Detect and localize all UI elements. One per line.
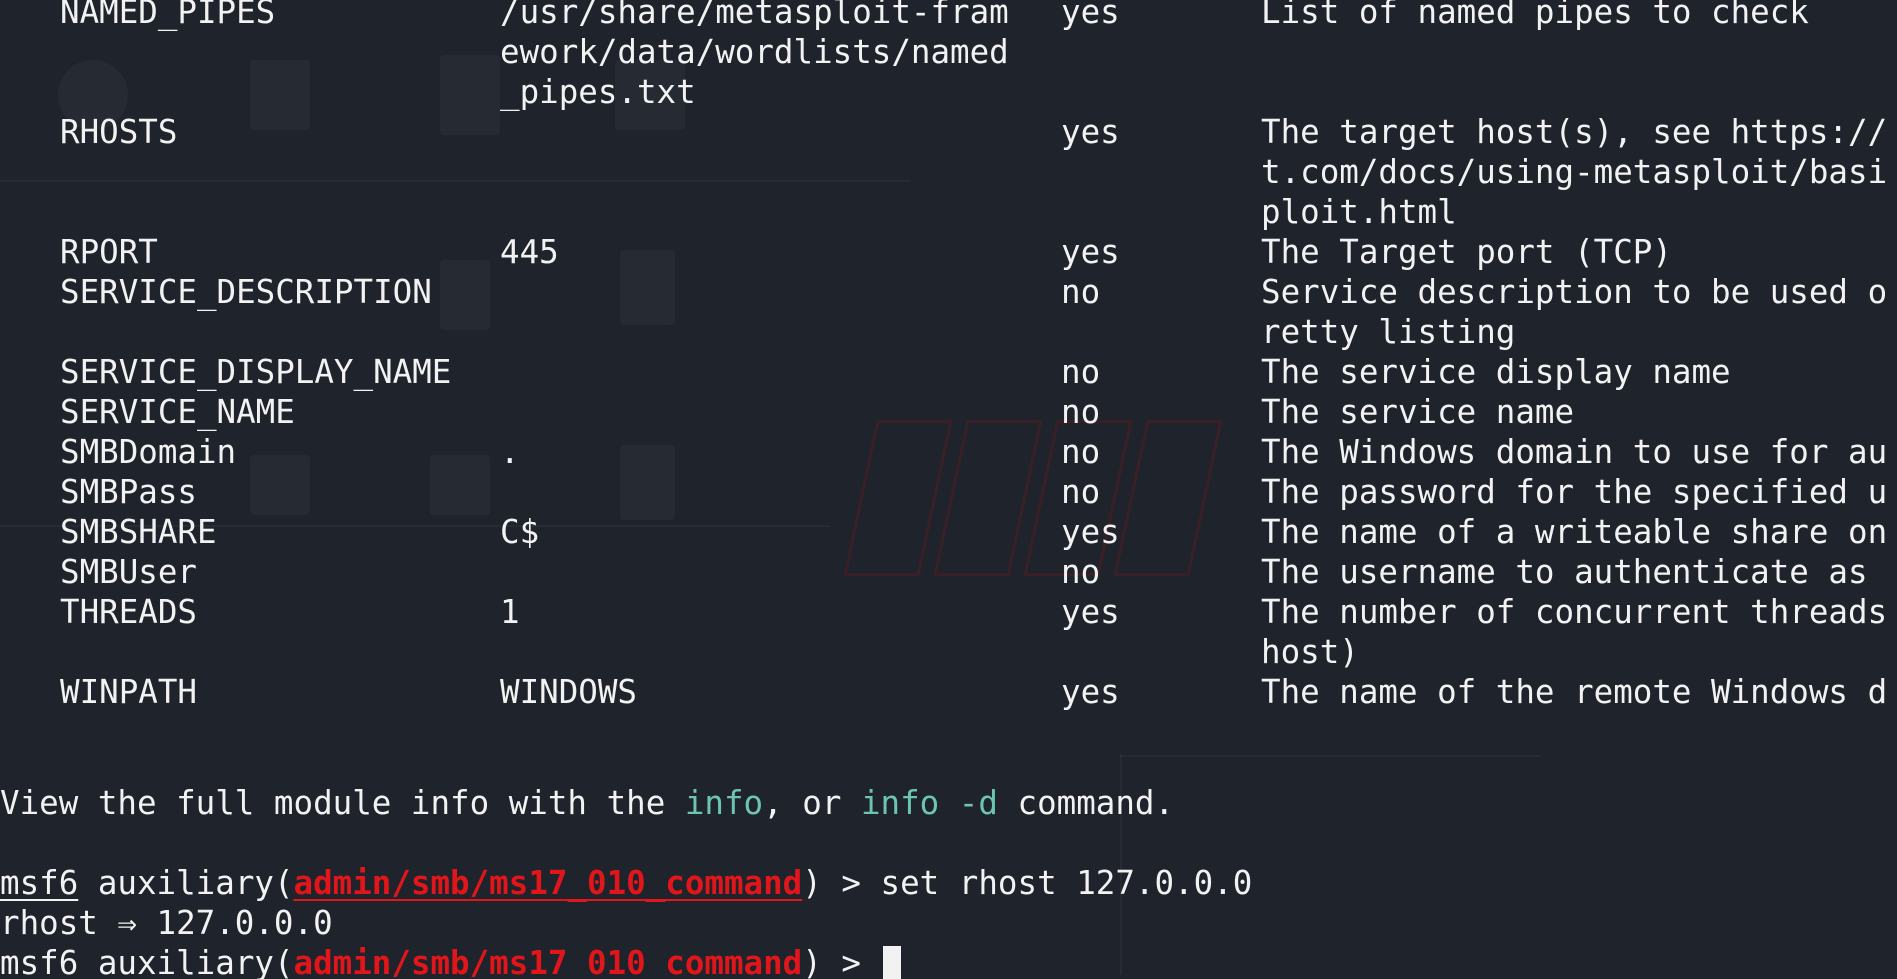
option-description: The password for the specified u	[1261, 473, 1888, 511]
option-value: C$	[500, 513, 540, 551]
option-name: SMBPass	[60, 473, 197, 511]
option-name: SMBDomain	[60, 433, 237, 471]
option-required: no	[1061, 433, 1101, 471]
option-required: no	[1061, 393, 1101, 431]
module-path: admin/smb/ms17_010_command	[293, 944, 803, 979]
option-name: SMBUser	[60, 553, 197, 591]
entered-command: set rhost 127.0.0.0	[880, 864, 1253, 902]
option-description: The number of concurrent threads	[1261, 593, 1888, 631]
option-description: The service display name	[1261, 353, 1731, 391]
option-value: 1	[500, 593, 520, 631]
option-name: SERVICE_DISPLAY_NAME	[60, 353, 452, 391]
option-required: no	[1061, 553, 1101, 591]
text-cursor	[882, 946, 901, 979]
option-description: The name of a writeable share on	[1261, 513, 1888, 551]
option-required: yes	[1061, 673, 1120, 711]
option-description: The Windows domain to use for au	[1261, 433, 1888, 471]
info-command: info	[684, 784, 764, 822]
option-name: NAMED_PIPES	[60, 0, 276, 31]
option-value: _pipes.txt	[500, 73, 696, 111]
option-required: no	[1061, 273, 1101, 311]
option-name: RPORT	[60, 233, 158, 271]
option-description: List of named pipes to check	[1261, 0, 1809, 31]
option-description: The target host(s), see https://	[1261, 113, 1888, 151]
terminal-window[interactable]: NAMED_PIPES/usr/share/metasploit-fram yes…	[0, 0, 1897, 979]
option-description: The Target port (TCP)	[1261, 233, 1672, 271]
option-description: The username to authenticate as	[1261, 553, 1868, 591]
option-description: The name of the remote Windows d	[1261, 673, 1888, 711]
module-path: admin/smb/ms17_010_command	[293, 864, 803, 902]
option-value: WINDOWS	[500, 673, 637, 711]
option-name: SERVICE_NAME	[60, 393, 295, 431]
option-description: The service name	[1261, 393, 1575, 431]
option-description: host)	[1261, 633, 1359, 671]
option-required: no	[1061, 353, 1101, 391]
option-description: ploit.html	[1261, 193, 1457, 231]
option-name: SERVICE_DESCRIPTION	[60, 273, 432, 311]
option-description: Service description to be used o	[1261, 273, 1888, 311]
option-description: t.com/docs/using-metasploit/basi	[1261, 153, 1888, 191]
msf-label: msf6	[0, 944, 79, 979]
option-name: WINPATH	[60, 673, 197, 711]
option-name: SMBSHARE	[60, 513, 217, 551]
option-required: yes	[1061, 593, 1120, 631]
option-required: yes	[1061, 513, 1120, 551]
prompt-line-history: msf6 auxiliary(admin/smb/ms17_010_comman…	[0, 864, 1253, 902]
option-description: retty listing	[1261, 313, 1516, 351]
option-name: RHOSTS	[60, 113, 178, 151]
info-hint-line: View the full module info with the info,…	[0, 784, 1175, 822]
option-name: THREADS	[60, 593, 197, 631]
command-output: rhost ⇒ 127.0.0.0	[0, 904, 333, 942]
option-required: yes	[1061, 113, 1120, 151]
prompt-line-current[interactable]: msf6 auxiliary(admin/smb/ms17_010_comman…	[0, 943, 901, 979]
option-value: 445	[500, 233, 559, 271]
option-value: ework/data/wordlists/named	[500, 33, 1009, 71]
option-value: .	[500, 433, 520, 471]
option-value: /usr/share/metasploit-fram	[500, 0, 1009, 31]
msf-label: msf6	[0, 864, 79, 902]
option-required: yes	[1061, 0, 1120, 31]
option-required: no	[1061, 473, 1101, 511]
info-d-command: info -d	[860, 784, 998, 822]
option-required: yes	[1061, 233, 1120, 271]
